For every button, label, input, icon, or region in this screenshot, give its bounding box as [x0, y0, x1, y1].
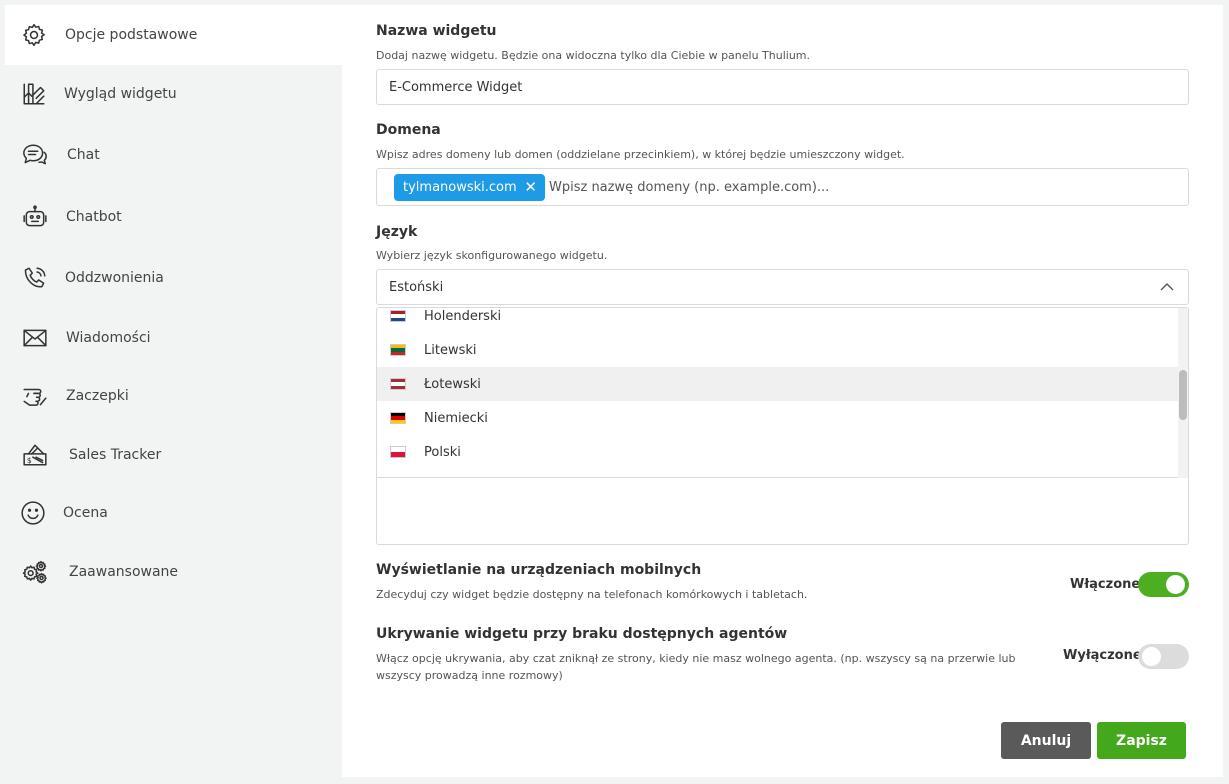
mobile-display-description: Zdecyduj czy widget będzie dostępny na t…: [376, 588, 808, 601]
sidebar-item-label: Sales Tracker: [69, 447, 162, 463]
sidebar-item-label: Ocena: [63, 505, 108, 521]
scrollbar-thumb[interactable]: [1179, 370, 1187, 420]
hide-widget-status: Wyłączone: [1063, 648, 1142, 663]
sidebar-item-label: Zaczepki: [66, 388, 129, 404]
flag-icon: [390, 378, 406, 390]
domain-tag-label: tylmanowski.com: [403, 180, 517, 195]
toggle-knob: [1142, 647, 1161, 666]
sidebar-item-chatbot[interactable]: Chatbot: [0, 188, 342, 246]
domain-tag: tylmanowski.com ✕: [394, 174, 545, 201]
flag-icon: [390, 344, 406, 356]
widget-name-description: Dodaj nazwę widgetu. Będzie ona widoczna…: [376, 49, 811, 62]
language-dropdown: Holenderski Litewski Łotewski Niemiecki …: [376, 307, 1189, 545]
smiley-icon: [19, 499, 47, 527]
mobile-display-toggle[interactable]: [1138, 572, 1189, 597]
flag-stripe: [391, 452, 405, 457]
domain-description: Wpisz adres domeny lub domen (oddzielane…: [376, 148, 905, 161]
language-option[interactable]: Polski: [377, 435, 1180, 469]
remove-tag-icon[interactable]: ✕: [524, 178, 537, 196]
toggle-knob: [1166, 575, 1185, 594]
sidebar-item-widget-look[interactable]: Wygląd widgetu: [0, 65, 342, 123]
hide-widget-title: Ukrywanie widgetu przy braku dostępnych …: [376, 626, 788, 642]
hide-widget-toggle[interactable]: [1138, 644, 1189, 669]
price-tag-icon: $: [21, 441, 49, 469]
language-option-label: Łotewski: [424, 376, 481, 392]
dropdown-scrollbar[interactable]: [1178, 308, 1188, 478]
sidebar-item-hooks[interactable]: Zaczepki: [0, 367, 342, 425]
domain-input[interactable]: [549, 174, 1169, 201]
sidebar: Opcje podstawowe Wygląd widgetu Chat Cha…: [0, 0, 342, 784]
hand-point-icon: [21, 382, 49, 410]
language-options-list: Holenderski Litewski Łotewski Niemiecki …: [377, 308, 1180, 478]
hide-widget-description: Włącz opcję ukrywania, aby czat zniknął …: [376, 652, 1016, 682]
language-option[interactable]: Holenderski: [377, 308, 1180, 333]
robot-icon: [21, 203, 49, 231]
language-option[interactable]: Litewski: [377, 333, 1180, 367]
language-option-label: Litewski: [424, 342, 477, 358]
palette-icon: [20, 80, 48, 108]
flag-stripe: [391, 419, 405, 423]
sidebar-item-callbacks[interactable]: Oddzwonienia: [0, 249, 342, 307]
sidebar-item-label: Opcje podstawowe: [65, 27, 198, 43]
svg-text:$: $: [27, 456, 32, 465]
sidebar-item-label: Oddzwonienia: [65, 270, 164, 286]
sidebar-item-label: Chatbot: [66, 209, 122, 225]
mobile-display-title: Wyświetlanie na urządzeniach mobilnych: [376, 562, 702, 578]
sidebar-item-label: Chat: [67, 147, 100, 163]
gear-icon: [20, 21, 48, 49]
sidebar-item-messages[interactable]: Wiadomości: [0, 309, 342, 367]
flag-stripe: [391, 317, 405, 321]
sidebar-item-chat[interactable]: Chat: [0, 126, 342, 184]
language-option[interactable]: Niemiecki: [377, 401, 1180, 435]
phone-callback-icon: [21, 264, 49, 292]
chat-bubbles-icon: [21, 141, 49, 169]
chevron-up-icon: [1160, 283, 1174, 291]
language-selected-value: Estoński: [389, 280, 444, 295]
domain-title: Domena: [376, 122, 441, 138]
save-button[interactable]: Zapisz: [1097, 722, 1186, 759]
flag-icon: [390, 412, 406, 424]
sidebar-item-basic-options[interactable]: Opcje podstawowe: [5, 5, 342, 65]
widget-name-title: Nazwa widgetu: [376, 23, 497, 39]
language-title: Język: [376, 224, 418, 240]
flag-stripe: [391, 351, 405, 355]
language-option[interactable]: Łotewski: [377, 367, 1180, 401]
domain-field[interactable]: tylmanowski.com ✕: [376, 168, 1189, 206]
language-option-label: Holenderski: [424, 308, 502, 324]
language-description: Wybierz język skonfigurowanego widgetu.: [376, 249, 608, 262]
sidebar-item-label: Wiadomości: [66, 330, 151, 346]
envelope-icon: [21, 324, 49, 352]
gears-icon: [21, 558, 49, 586]
settings-panel: Nazwa widgetu Dodaj nazwę widgetu. Będzi…: [342, 5, 1223, 777]
language-option-label: Niemiecki: [424, 410, 488, 426]
flag-icon: [390, 310, 406, 322]
sidebar-item-label: Zaawansowane: [69, 564, 179, 580]
sidebar-item-label: Wygląd widgetu: [64, 86, 177, 102]
flag-stripe: [391, 385, 405, 389]
sidebar-item-rating[interactable]: Ocena: [0, 484, 342, 542]
sidebar-item-sales-tracker[interactable]: $ Sales Tracker: [0, 426, 342, 484]
language-option-label: Polski: [424, 444, 461, 460]
widget-name-input[interactable]: [376, 69, 1189, 105]
language-select[interactable]: Estoński: [376, 269, 1189, 305]
cancel-button[interactable]: Anuluj: [1001, 722, 1091, 759]
sidebar-item-advanced[interactable]: Zaawansowane: [0, 543, 342, 601]
mobile-display-status: Włączone: [1070, 577, 1141, 592]
flag-icon: [390, 446, 406, 458]
